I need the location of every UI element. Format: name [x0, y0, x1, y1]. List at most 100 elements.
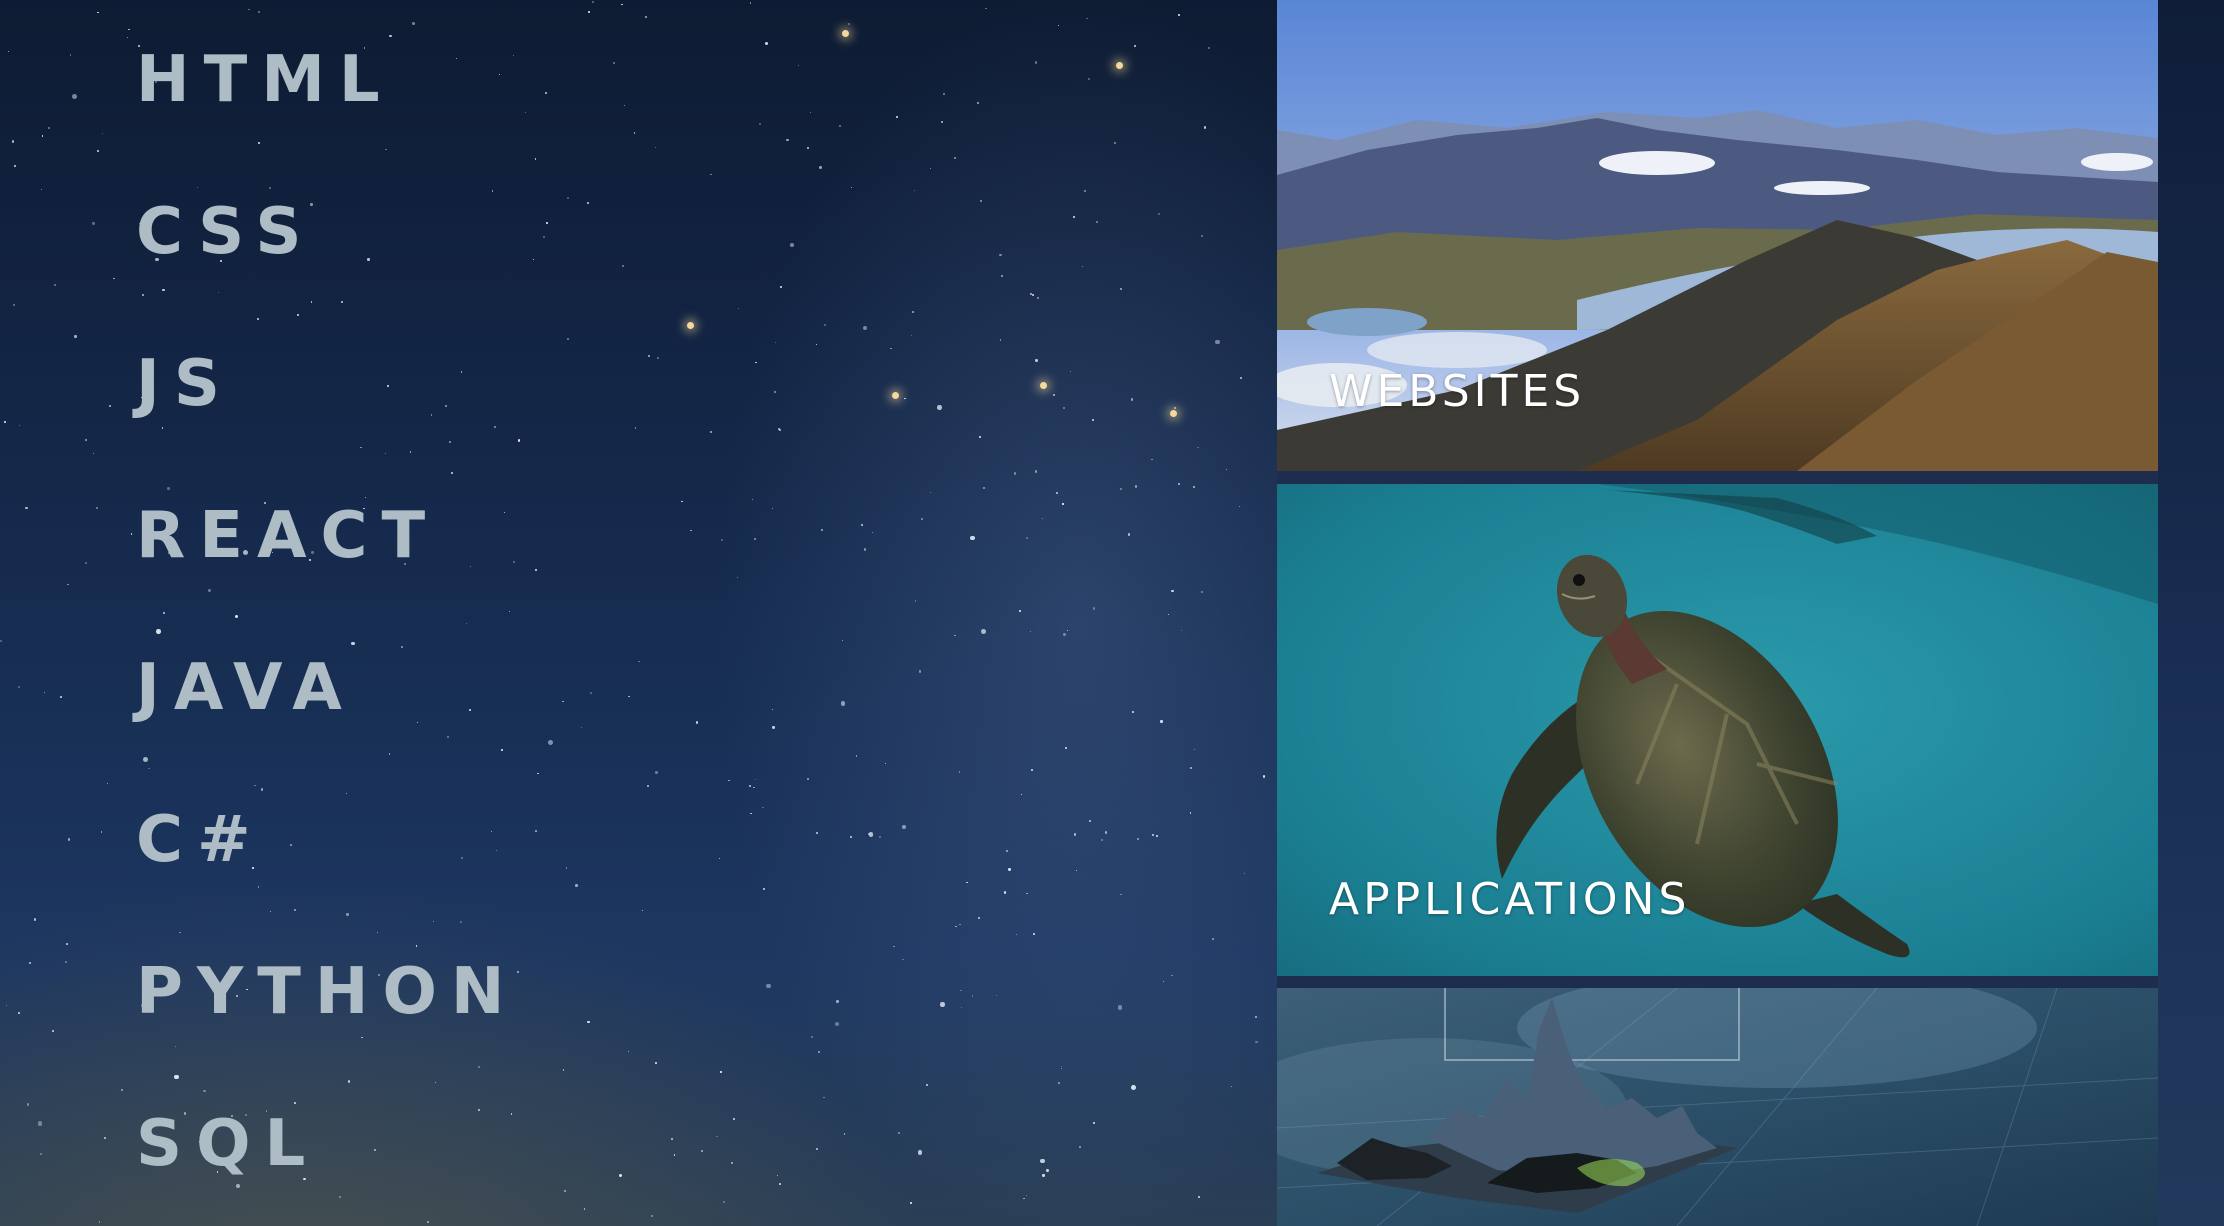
star: [533, 259, 535, 261]
star: [41, 188, 43, 191]
terrain-visualization-image: [1277, 988, 2158, 1226]
star: [1193, 486, 1196, 489]
star: [18, 1011, 21, 1014]
star: [128, 28, 130, 31]
star: [955, 925, 957, 928]
star: [567, 196, 570, 199]
star: [29, 961, 32, 965]
skill-react: REACT: [136, 499, 440, 573]
star: [1034, 61, 1038, 64]
star: [815, 831, 818, 834]
star: [921, 518, 923, 520]
star: [1046, 1168, 1050, 1172]
star: [1025, 1194, 1028, 1196]
star: [101, 132, 104, 134]
star: [728, 779, 731, 782]
star: [755, 779, 757, 781]
star: [775, 342, 777, 344]
star: [13, 165, 16, 168]
applications-tile[interactable]: APPLICATIONS: [1277, 484, 2158, 976]
star: [890, 347, 892, 350]
star: [67, 583, 69, 585]
star: [772, 726, 775, 729]
star: [839, 125, 842, 127]
star: [985, 7, 987, 10]
star: [107, 782, 109, 784]
star: [33, 918, 37, 921]
star: [901, 958, 904, 961]
star: [736, 576, 738, 578]
websites-tile[interactable]: WEBSITES: [1277, 0, 2158, 471]
star: [1093, 1122, 1095, 1124]
star: [1255, 1040, 1258, 1043]
star: [918, 1150, 923, 1155]
star: [1208, 47, 1211, 50]
star: [1158, 212, 1161, 215]
star: [1078, 1146, 1081, 1148]
star: [959, 924, 961, 926]
star: [1055, 492, 1058, 495]
star: [777, 1174, 779, 1176]
star: [1155, 834, 1159, 838]
star: [68, 838, 71, 841]
star: [1066, 630, 1069, 632]
star: [806, 777, 809, 780]
star: [970, 535, 975, 540]
star: [638, 660, 640, 662]
star: [1177, 13, 1180, 16]
star: [1131, 398, 1134, 401]
star: [753, 538, 756, 541]
star: [824, 323, 827, 326]
star: [1026, 892, 1029, 895]
star: [918, 670, 922, 673]
star: [1052, 394, 1055, 397]
star: [1180, 629, 1183, 632]
star: [738, 307, 740, 309]
star: [1019, 609, 1022, 612]
page: HTML CSS JS REACT JAVA C# PYTHON SQL WEB…: [0, 0, 2224, 1226]
star: [1160, 720, 1163, 723]
star: [97, 150, 100, 153]
star: [983, 486, 986, 489]
star: [41, 135, 44, 137]
star: [3, 421, 6, 423]
star: [722, 1201, 726, 1204]
star: [1087, 77, 1090, 80]
star: [893, 946, 895, 948]
star: [562, 1069, 565, 1071]
star: [588, 11, 590, 14]
star: [910, 1201, 912, 1204]
star: [764, 41, 768, 45]
star: [1131, 1085, 1136, 1090]
star: [836, 1000, 839, 1003]
terrain-tile[interactable]: [1277, 988, 2158, 1226]
star: [720, 538, 723, 541]
star: [822, 1096, 825, 1099]
star: [39, 1152, 42, 1155]
star: [878, 835, 881, 838]
bright-star: [1170, 410, 1177, 417]
star: [25, 506, 29, 510]
star: [1171, 974, 1173, 977]
star: [1026, 536, 1029, 539]
star: [850, 186, 852, 189]
star: [754, 361, 757, 364]
star: [855, 754, 858, 757]
star: [929, 167, 932, 170]
star: [841, 639, 843, 641]
star: [1092, 607, 1096, 611]
star: [884, 763, 886, 765]
star: [940, 1002, 945, 1007]
star: [1201, 235, 1203, 238]
star: [1015, 934, 1017, 936]
star: [525, 111, 527, 113]
star: [834, 1022, 839, 1027]
star: [980, 628, 986, 634]
star: [977, 101, 980, 104]
star: [12, 140, 15, 143]
star: [771, 508, 773, 510]
star: [960, 989, 963, 992]
star: [777, 428, 780, 431]
star: [98, 1221, 101, 1223]
star: [1197, 446, 1199, 448]
